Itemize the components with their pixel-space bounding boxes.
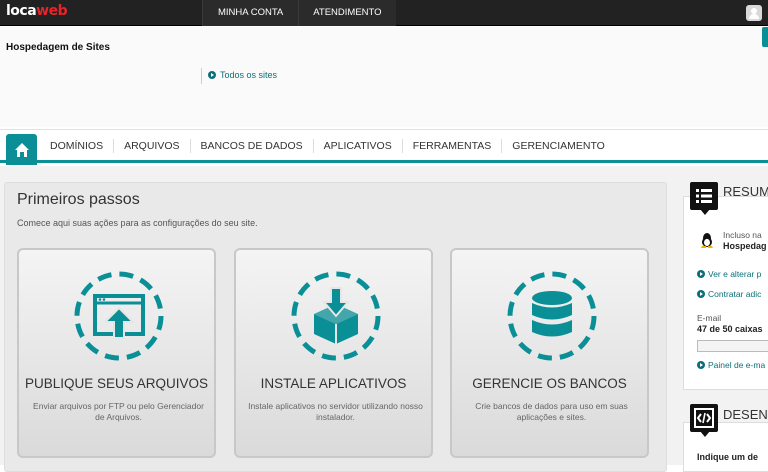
nav-aplicativos[interactable]: APLICATIVOS xyxy=(314,139,403,153)
user-icon[interactable] xyxy=(746,5,762,21)
install-box-icon xyxy=(291,271,381,361)
main-nav: DOMÍNIOS ARQUIVOS BANCOS DE DADOS APLICA… xyxy=(0,129,768,165)
card-instale-aplicativos[interactable]: INSTALE APLICATIVOS Instale aplicativos … xyxy=(234,248,433,458)
side-tab[interactable] xyxy=(762,27,768,47)
desenvolvedor-title: DESENV xyxy=(723,407,768,422)
site-header xyxy=(0,27,768,127)
card-title: PUBLIQUE SEUS ARQUIVOS xyxy=(24,376,209,391)
ver-alterar-link[interactable]: Ver e alterar p xyxy=(697,269,761,279)
card-title: GERENCIE OS BANCOS xyxy=(472,376,627,391)
resumo-title: RESUMO xyxy=(723,184,768,199)
site-title: Hospedagem de Sites xyxy=(6,42,110,53)
contratar-link[interactable]: Contratar adic xyxy=(697,289,761,299)
card-gerencie-bancos[interactable]: GERENCIE OS BANCOS Crie bancos de dados … xyxy=(450,248,649,458)
arrow-circle-icon xyxy=(697,361,705,369)
top-nav-atendimento[interactable]: ATENDIMENTO xyxy=(298,0,396,26)
locaweb-logo[interactable]: locaweb xyxy=(6,3,68,19)
home-button[interactable] xyxy=(6,134,37,165)
card-publique-arquivos[interactable]: PUBLIQUE SEUS ARQUIVOS Enviar arquivos p… xyxy=(17,248,216,458)
nav-ferramentas[interactable]: FERRAMENTAS xyxy=(403,139,503,153)
nav-gerenciamento[interactable]: GERENCIAMENTO xyxy=(502,139,615,153)
panel-title: Primeiros passos xyxy=(17,191,140,208)
nav-dominios[interactable]: DOMÍNIOS xyxy=(40,139,115,153)
divider xyxy=(201,68,202,84)
all-sites-link[interactable]: Todos os sites xyxy=(208,70,277,80)
upload-icon xyxy=(74,271,164,361)
list-icon xyxy=(690,182,718,215)
painel-email-link[interactable]: Painel de e-ma xyxy=(697,360,765,370)
arrow-circle-icon xyxy=(208,71,216,79)
email-count: 47 de 50 caixas xyxy=(697,324,763,334)
plan-name: Hospedag xyxy=(723,241,767,251)
linux-icon xyxy=(701,233,713,248)
database-icon xyxy=(507,271,597,361)
top-nav: MINHA CONTA ATENDIMENTO xyxy=(202,0,396,26)
top-bar: locaweb MINHA CONTA ATENDIMENTO xyxy=(0,0,768,26)
home-icon xyxy=(14,142,29,157)
panel-subtitle: Comece aqui suas ações para as configura… xyxy=(17,218,258,228)
card-description: Enviar arquivos por FTP ou pelo Gerencia… xyxy=(33,401,204,422)
indique-text: Indique um de xyxy=(697,452,759,462)
arrow-circle-icon xyxy=(697,270,705,278)
nav-bancos-de-dados[interactable]: BANCOS DE DADOS xyxy=(191,139,314,153)
code-icon xyxy=(690,404,718,437)
card-description: Crie bancos de dados para uso em suas ap… xyxy=(475,401,628,422)
incluso-text: Incluso na xyxy=(723,230,762,240)
email-usage-bar xyxy=(697,340,768,352)
card-description: Instale aplicativos no servidor utilizan… xyxy=(248,401,423,422)
email-label: E-mail xyxy=(697,313,722,323)
top-nav-minha-conta[interactable]: MINHA CONTA xyxy=(202,0,299,26)
nav-arquivos[interactable]: ARQUIVOS xyxy=(114,139,191,153)
card-title: INSTALE APLICATIVOS xyxy=(260,376,407,391)
arrow-circle-icon xyxy=(697,290,705,298)
